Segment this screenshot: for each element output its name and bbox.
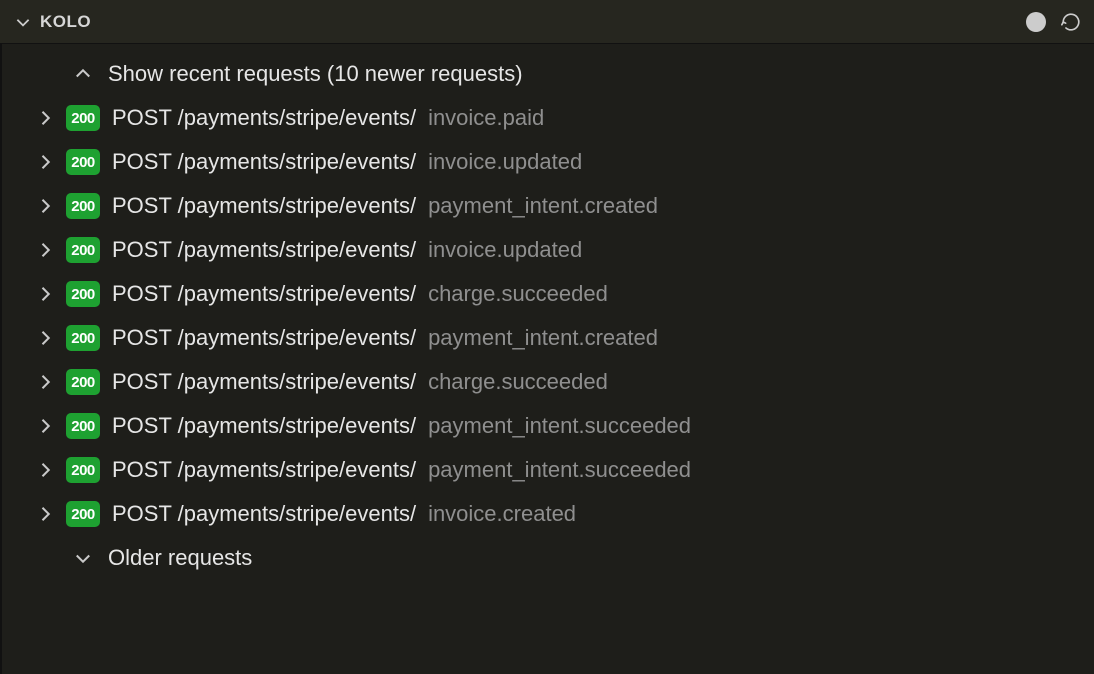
status-badge: 200 — [66, 193, 100, 219]
status-badge: 200 — [66, 457, 100, 483]
request-path: POST /payments/stripe/events/ — [112, 369, 416, 395]
status-badge: 200 — [66, 369, 100, 395]
request-path: POST /payments/stripe/events/ — [112, 193, 416, 219]
status-badge: 200 — [66, 501, 100, 527]
chevron-right-icon — [32, 237, 58, 263]
refresh-icon[interactable] — [1060, 11, 1082, 33]
request-path: POST /payments/stripe/events/ — [112, 149, 416, 175]
status-badge: 200 — [66, 237, 100, 263]
request-row[interactable]: 200 POST /payments/stripe/events/payment_… — [2, 448, 1094, 492]
request-row[interactable]: 200 POST /payments/stripe/events/invoice.… — [2, 140, 1094, 184]
request-row[interactable]: 200 POST /payments/stripe/events/invoice.… — [2, 492, 1094, 536]
request-row[interactable]: 200 POST /payments/stripe/events/charge.s… — [2, 360, 1094, 404]
chevron-down-icon — [70, 545, 96, 571]
request-event: payment_intent.succeeded — [428, 413, 691, 439]
status-badge: 200 — [66, 281, 100, 307]
chevron-right-icon — [32, 501, 58, 527]
chevron-up-icon — [70, 61, 96, 87]
chevron-right-icon — [32, 149, 58, 175]
request-path: POST /payments/stripe/events/ — [112, 105, 416, 131]
request-path: POST /payments/stripe/events/ — [112, 281, 416, 307]
panel-header[interactable]: KOLO — [0, 0, 1094, 44]
request-event: invoice.updated — [428, 237, 582, 263]
request-path: POST /payments/stripe/events/ — [112, 457, 416, 483]
older-requests-label: Older requests — [108, 545, 252, 571]
request-row[interactable]: 200 POST /payments/stripe/events/invoice.… — [2, 96, 1094, 140]
chevron-right-icon — [32, 193, 58, 219]
request-event: payment_intent.created — [428, 193, 658, 219]
chevron-right-icon — [32, 105, 58, 131]
panel-title: KOLO — [40, 12, 91, 32]
request-event: charge.succeeded — [428, 369, 608, 395]
request-event: payment_intent.succeeded — [428, 457, 691, 483]
older-requests-group[interactable]: Older requests — [2, 536, 1094, 580]
panel-body: Show recent requests (10 newer requests)… — [0, 44, 1094, 674]
request-path: POST /payments/stripe/events/ — [112, 413, 416, 439]
request-event: invoice.paid — [428, 105, 544, 131]
request-row[interactable]: 200 POST /payments/stripe/events/payment_… — [2, 316, 1094, 360]
request-row[interactable]: 200 POST /payments/stripe/events/payment_… — [2, 184, 1094, 228]
chevron-right-icon — [32, 457, 58, 483]
recent-requests-group[interactable]: Show recent requests (10 newer requests) — [2, 52, 1094, 96]
chevron-right-icon — [32, 413, 58, 439]
request-event: charge.succeeded — [428, 281, 608, 307]
request-path: POST /payments/stripe/events/ — [112, 501, 416, 527]
request-row[interactable]: 200 POST /payments/stripe/events/charge.s… — [2, 272, 1094, 316]
chevron-down-icon[interactable] — [14, 13, 32, 31]
recent-requests-label: Show recent requests (10 newer requests) — [108, 61, 523, 87]
status-badge: 200 — [66, 105, 100, 131]
chevron-right-icon — [32, 325, 58, 351]
status-dot-icon[interactable] — [1026, 12, 1046, 32]
request-row[interactable]: 200 POST /payments/stripe/events/payment_… — [2, 404, 1094, 448]
chevron-right-icon — [32, 281, 58, 307]
request-row[interactable]: 200 POST /payments/stripe/events/invoice.… — [2, 228, 1094, 272]
request-path: POST /payments/stripe/events/ — [112, 237, 416, 263]
request-path: POST /payments/stripe/events/ — [112, 325, 416, 351]
chevron-right-icon — [32, 369, 58, 395]
status-badge: 200 — [66, 325, 100, 351]
request-event: invoice.created — [428, 501, 576, 527]
request-event: invoice.updated — [428, 149, 582, 175]
status-badge: 200 — [66, 149, 100, 175]
status-badge: 200 — [66, 413, 100, 439]
request-event: payment_intent.created — [428, 325, 658, 351]
kolo-panel: KOLO Show recent requests (10 newer requ… — [0, 0, 1094, 674]
